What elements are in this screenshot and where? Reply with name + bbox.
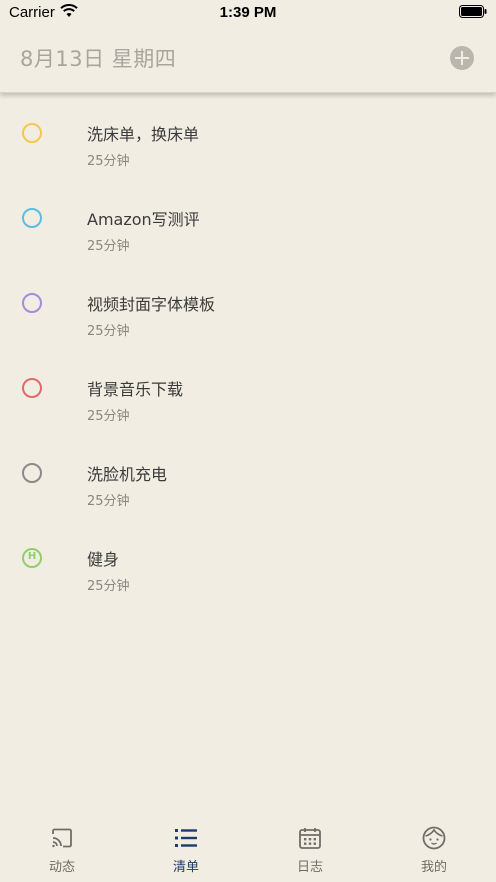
task-duration: 25分钟 xyxy=(87,324,130,339)
tab-feed[interactable]: 动态 xyxy=(0,816,124,882)
task-list: 洗床单，换床单 25分钟 Amazon写测评 25分钟 视频封面字体模板 25分… xyxy=(0,92,496,602)
calendar-icon xyxy=(299,828,321,849)
tab-bar: 动态 清单 日志 我的 xyxy=(0,816,496,882)
page-title: 8月13日 星期四 xyxy=(20,47,177,71)
task-circle-icon[interactable] xyxy=(22,123,42,143)
task-circle-icon[interactable] xyxy=(22,463,42,483)
task-item[interactable]: Amazon写测评 25分钟 xyxy=(0,177,496,262)
clock: 1:39 PM xyxy=(219,4,277,21)
task-item[interactable]: 视频封面字体模板 25分钟 xyxy=(0,262,496,347)
task-title: 背景音乐下载 xyxy=(87,380,184,399)
task-duration: 25分钟 xyxy=(87,409,130,424)
task-item[interactable]: 洗脸机充电 25分钟 xyxy=(0,432,496,517)
face-icon xyxy=(422,826,446,850)
task-circle-icon[interactable] xyxy=(22,378,42,398)
task-title: Amazon写测评 xyxy=(87,210,200,229)
tab-label: 动态 xyxy=(48,860,75,875)
tab-label: 清单 xyxy=(172,860,199,875)
task-title: 洗床单，换床单 xyxy=(87,125,200,144)
task-item[interactable]: 健身 25分钟 xyxy=(0,517,496,602)
page-header: 8月13日 星期四 xyxy=(0,26,496,93)
add-task-button[interactable] xyxy=(450,46,474,70)
task-title: 洗脸机充电 xyxy=(87,465,168,484)
task-title: 视频封面字体模板 xyxy=(87,295,216,314)
cast-icon xyxy=(52,828,72,848)
status-bar: Carrier 1:39 PM xyxy=(0,0,496,26)
tab-journal[interactable]: 日志 xyxy=(248,816,372,882)
task-duration: 25分钟 xyxy=(87,579,130,594)
list-icon xyxy=(175,829,197,847)
tab-label: 我的 xyxy=(420,860,447,875)
tab-label: 日志 xyxy=(296,860,323,875)
tab-profile[interactable]: 我的 xyxy=(372,816,496,882)
task-title: 健身 xyxy=(87,550,120,569)
battery-icon xyxy=(459,5,487,18)
task-duration: 25分钟 xyxy=(87,239,130,254)
task-circle-h-icon[interactable] xyxy=(22,548,42,568)
task-circle-icon[interactable] xyxy=(22,293,42,313)
task-duration: 25分钟 xyxy=(87,154,130,169)
task-item[interactable]: 洗床单，换床单 25分钟 xyxy=(0,92,496,177)
task-circle-icon[interactable] xyxy=(22,208,42,228)
task-item[interactable]: 背景音乐下载 25分钟 xyxy=(0,347,496,432)
tab-list[interactable]: 清单 xyxy=(124,816,248,882)
task-duration: 25分钟 xyxy=(87,494,130,509)
